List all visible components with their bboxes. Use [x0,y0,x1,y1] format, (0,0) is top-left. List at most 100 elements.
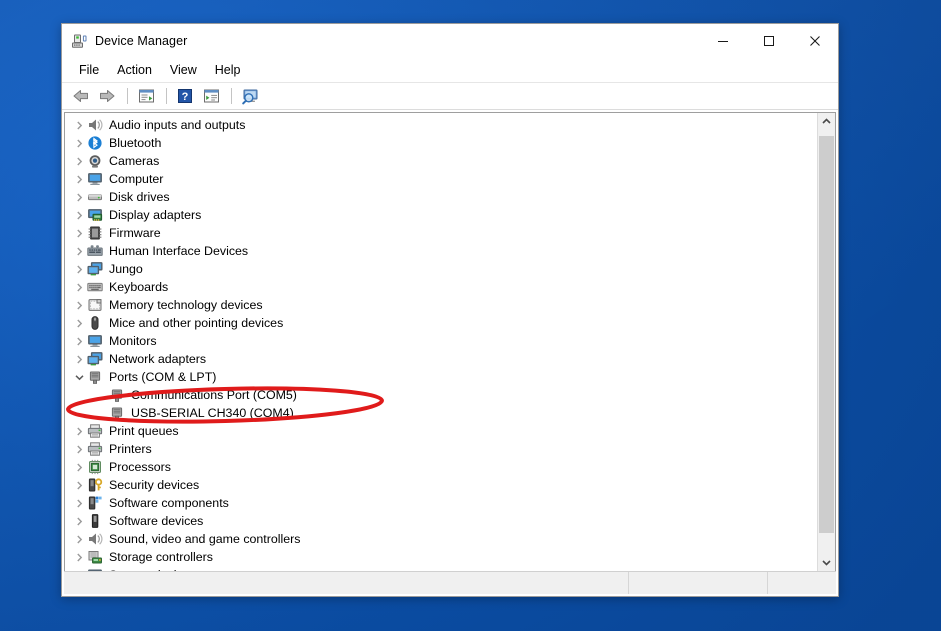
device-tree-panel: Audio inputs and outputs Bluetooth Cameras… [64,112,836,571]
chevron-right-icon[interactable] [71,224,87,242]
tree-row[interactable]: Disk drives [65,188,817,206]
tree-row-label: Disk drives [109,190,170,204]
tree-row[interactable]: Display adapters [65,206,817,224]
chevron-right-icon[interactable] [71,458,87,476]
hid-icon [87,243,103,259]
tree-row-label: Software devices [109,514,204,528]
scrollbar-thumb[interactable] [819,136,834,533]
computer-icon [88,173,102,185]
close-icon [810,36,820,46]
tree-row-label: Communications Port (COM5) [131,388,297,402]
storage-controller-icon [88,551,102,564]
tree-row[interactable]: Network adapters [65,350,817,368]
mouse-icon [91,316,99,330]
tree-row[interactable]: Cameras [65,152,817,170]
chevron-right-icon[interactable] [71,242,87,260]
chevron-right-icon[interactable] [71,350,87,368]
tree-row[interactable]: Bluetooth [65,134,817,152]
tree-row[interactable]: Jungo [65,260,817,278]
tree-row-label: USB-SERIAL CH340 (COM4) [131,406,294,420]
chevron-right-icon[interactable] [71,566,87,571]
tree-row-label: Storage controllers [109,550,213,564]
device-tree[interactable]: Audio inputs and outputs Bluetooth Cameras… [65,113,817,571]
chevron-right-icon [76,445,82,453]
chevron-right-icon[interactable] [71,170,87,188]
menu-action[interactable]: Action [108,60,161,80]
scroll-up-button[interactable] [818,113,835,130]
scan-hardware-button[interactable] [238,85,262,107]
tree-row[interactable]: Computer [65,170,817,188]
chevron-right-icon[interactable] [71,314,87,332]
tree-row[interactable]: Storage controllers [65,548,817,566]
chevron-right-icon[interactable] [71,188,87,206]
chevron-right-icon[interactable] [71,548,87,566]
tree-row[interactable]: Human Interface Devices [65,242,817,260]
tree-row-label: Cameras [109,154,160,168]
tree-row[interactable]: System devices [65,566,817,571]
chevron-right-icon [76,499,82,507]
chevron-down-icon[interactable] [71,368,87,386]
chevron-right-icon[interactable] [71,134,87,152]
tree-row[interactable]: Audio inputs and outputs [65,116,817,134]
chevron-right-icon[interactable] [71,278,87,296]
maximize-button[interactable] [746,24,792,58]
tree-row-label: Software components [109,496,229,510]
tree-row[interactable]: Print queues [65,422,817,440]
svg-text:?: ? [182,91,189,103]
forward-button[interactable] [95,85,119,107]
chevron-right-icon[interactable] [71,440,87,458]
keyboard-icon [87,282,103,292]
close-button[interactable] [792,24,838,58]
chevron-right-icon[interactable] [71,530,87,548]
chevron-right-icon[interactable] [71,152,87,170]
tree-row[interactable]: Software devices [65,512,817,530]
tree-row[interactable]: Printers [65,440,817,458]
tree-row[interactable]: Security devices [65,476,817,494]
tree-row-label: Ports (COM & LPT) [109,370,217,384]
network-device-icon [87,351,103,367]
tree-row[interactable]: Processors [65,458,817,476]
chevron-right-icon[interactable] [71,512,87,530]
tree-row[interactable]: Software components [65,494,817,512]
chevron-right-icon[interactable] [71,206,87,224]
tree-row-label: Monitors [109,334,157,348]
update-driver-button[interactable] [199,85,223,107]
tree-row[interactable]: Firmware [65,224,817,242]
chevron-right-icon[interactable] [71,476,87,494]
menu-file[interactable]: File [70,60,108,80]
chevron-right-icon [76,319,82,327]
menu-help[interactable]: Help [206,60,250,80]
tree-row[interactable]: Mice and other pointing devices [65,314,817,332]
vertical-scrollbar[interactable] [817,113,835,571]
window-title: Device Manager [95,34,188,48]
chevron-right-icon[interactable] [71,494,87,512]
tree-row-label: Firmware [109,226,161,240]
tree-row[interactable]: Ports (COM & LPT) [65,368,817,386]
tree-row-label: Human Interface Devices [109,244,249,258]
statusbar-pane-2 [628,572,767,594]
minimize-icon [718,41,728,42]
chevron-right-icon[interactable] [71,116,87,134]
tree-row[interactable]: Monitors [65,332,817,350]
chevron-right-icon[interactable] [71,296,87,314]
chevron-right-icon[interactable] [71,422,87,440]
chevron-right-icon[interactable] [71,332,87,350]
camera-icon [87,153,103,169]
bluetooth-icon [88,136,102,150]
properties-button[interactable] [134,85,158,107]
scroll-down-button[interactable] [818,554,835,571]
processor-icon [89,459,101,475]
tree-row[interactable]: Sound, video and game controllers [65,530,817,548]
tree-row[interactable]: Memory technology devices [65,296,817,314]
tree-row[interactable]: Communications Port (COM5) [65,386,817,404]
chevron-right-icon[interactable] [71,260,87,278]
tree-row[interactable]: Keyboards [65,278,817,296]
chevron-right-icon [76,517,82,525]
back-button[interactable] [69,85,93,107]
help-button[interactable]: ? [173,85,197,107]
minimize-button[interactable] [700,24,746,58]
chevron-right-icon [76,337,82,345]
statusbar-pane-3 [767,572,836,594]
tree-row[interactable]: USB-SERIAL CH340 (COM4) [65,404,817,422]
menu-view[interactable]: View [161,60,206,80]
